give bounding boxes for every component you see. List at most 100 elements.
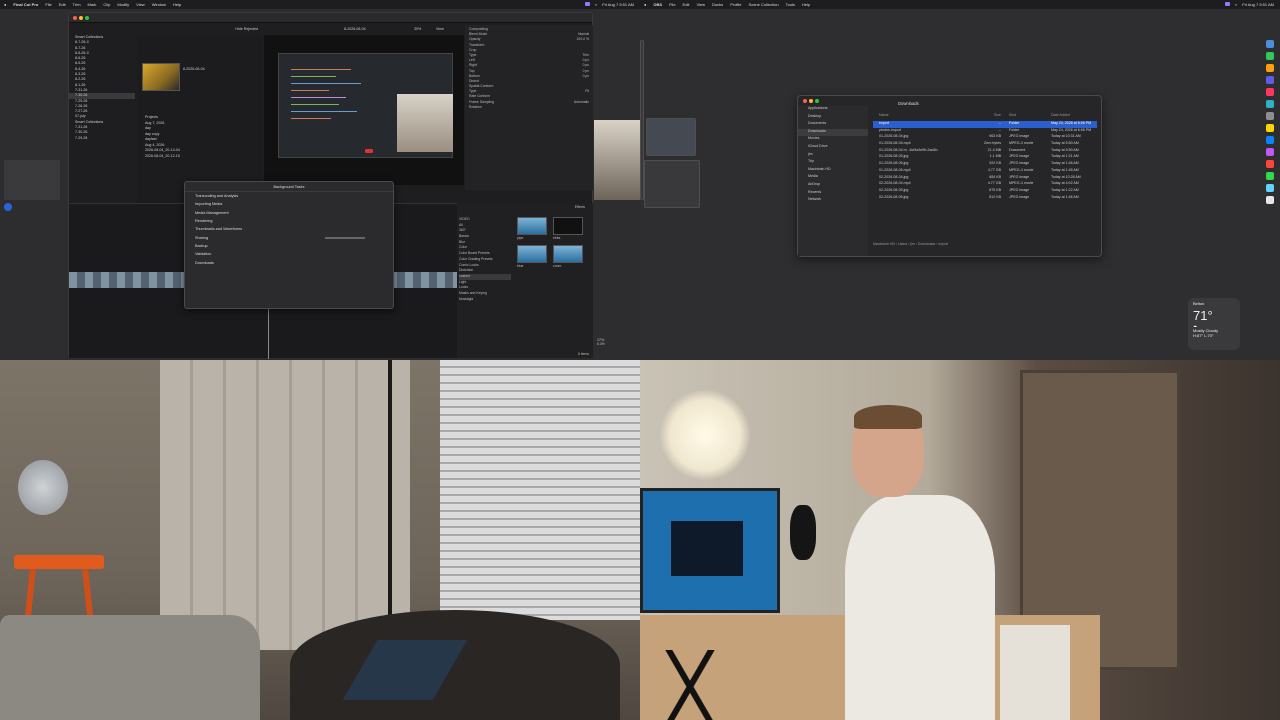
music-app-icon[interactable]	[1266, 88, 1274, 96]
finder-sidebar-item[interactable]: iCloud Drive	[798, 144, 868, 152]
column-header-name[interactable]: Name	[873, 113, 961, 119]
browser-item[interactable]: 2026-08-04_20-12-15	[137, 154, 262, 160]
menu-scene-collection[interactable]: Scene Collection	[749, 2, 779, 7]
task-row[interactable]: Thumbnails and Waveforms	[185, 225, 393, 233]
menu-file[interactable]: File	[45, 2, 51, 7]
apple-icon[interactable]: ●	[644, 2, 646, 7]
menu-docks[interactable]: Docks	[712, 2, 723, 7]
menu-view[interactable]: View	[136, 2, 145, 7]
menu-app-name[interactable]: OBS	[653, 2, 662, 7]
file-row[interactable]: 01-2026-08-04.mp4 Zero bytes MPEG-4 movie T…	[873, 141, 1097, 148]
finder-sidebar-item[interactable]: Documents	[798, 121, 868, 129]
fx-category[interactable]: Nostalgia	[459, 297, 511, 303]
task-row[interactable]: Validation	[185, 250, 393, 258]
menu-modify[interactable]: Modify	[117, 2, 129, 7]
finder-sidebar-item[interactable]: Applications	[798, 106, 868, 114]
fx-thumb[interactable]	[553, 217, 583, 235]
finder-sidebar-item[interactable]: Network	[798, 197, 868, 205]
window-thumbnail[interactable]	[646, 118, 696, 156]
settings-app-icon[interactable]	[1266, 112, 1274, 120]
finder-sidebar-item[interactable]: AirDrop	[798, 182, 868, 190]
fx-thumb[interactable]	[517, 245, 547, 263]
sidebar-item[interactable]: 7-29-26	[69, 136, 135, 141]
viewer-view-menu[interactable]: View	[436, 27, 444, 31]
menu-app-name[interactable]: Final Cut Pro	[13, 2, 38, 7]
menu-window[interactable]: Window	[152, 2, 166, 7]
column-header-kind[interactable]: Kind	[1006, 113, 1051, 119]
file-row[interactable]: photos-import -- Folder May 24, 2026 at 6:0…	[873, 128, 1097, 135]
menu-help[interactable]: Help	[802, 2, 810, 7]
obs-status-icon[interactable]	[1225, 2, 1230, 6]
window-thumbnail[interactable]	[644, 160, 700, 208]
menu-clock[interactable]: Fri Aug 7 5:51 AM	[602, 2, 634, 7]
notes-app-icon[interactable]	[1266, 124, 1274, 132]
wifi-icon[interactable]: ≈	[595, 2, 597, 7]
column-header-date[interactable]: Date Added	[1051, 113, 1097, 119]
task-row[interactable]: Rendering	[185, 217, 393, 225]
task-row[interactable]: Importing Media	[185, 200, 393, 208]
finder-sidebar-item[interactable]: Media	[798, 174, 868, 182]
menu-profile[interactable]: Profile	[730, 2, 741, 7]
file-row[interactable]: 01-2026-08-04.m...6cf4a3e9b-2ad4b 21.4 MB…	[873, 148, 1097, 155]
app-icon[interactable]	[1266, 100, 1274, 108]
app-icon[interactable]	[1266, 64, 1274, 72]
file-row[interactable]: 02-2026-08-06.jpg 812 KB JPEG image Today a…	[873, 195, 1097, 202]
desktop-widget[interactable]	[4, 160, 60, 200]
menu-clip[interactable]: Clip	[103, 2, 110, 7]
minimize-icon[interactable]	[79, 16, 83, 20]
task-row[interactable]: Transcoding and Analysis	[185, 192, 393, 200]
apple-icon[interactable]: ●	[4, 2, 6, 7]
finder-sidebar-item[interactable]: jlm	[798, 152, 868, 160]
menu-mark[interactable]: Mark	[88, 2, 97, 7]
minimize-icon[interactable]	[809, 99, 813, 103]
messages-app-icon[interactable]	[1266, 52, 1274, 60]
app-icon[interactable]	[1266, 160, 1274, 168]
file-row[interactable]: 01-2026-08-04.jpg 963 KB JPEG image Today a…	[873, 134, 1097, 141]
finder-sidebar-item[interactable]: Macintosh HD	[798, 167, 868, 175]
finder-sidebar-item[interactable]: Movies	[798, 136, 868, 144]
fx-thumb[interactable]	[517, 217, 547, 235]
finder-app-icon[interactable]	[1266, 40, 1274, 48]
trash-icon[interactable]	[1266, 196, 1274, 204]
finder-sidebar-item-selected[interactable]: Downloads	[798, 128, 868, 137]
obs-status-icon[interactable]	[585, 2, 590, 6]
menu-trim[interactable]: Trim	[73, 2, 81, 7]
menu-help[interactable]: Help	[173, 2, 181, 7]
menu-edit[interactable]: Edit	[59, 2, 66, 7]
finder-sidebar-item[interactable]: Recents	[798, 190, 868, 198]
app-icon[interactable]	[1266, 136, 1274, 144]
app-icon[interactable]	[1266, 172, 1274, 180]
app-icon[interactable]	[1266, 184, 1274, 192]
viewer[interactable]: 8-2026-08-04 30% View	[264, 27, 464, 185]
close-icon[interactable]	[73, 16, 77, 20]
zoom-icon[interactable]	[85, 16, 89, 20]
fx-thumb[interactable]	[553, 245, 583, 263]
finder-path-bar[interactable]: Macintosh HD › Users › jlm › Downloads ›…	[873, 242, 948, 246]
clip-thumbnail[interactable]	[142, 63, 180, 91]
task-row[interactable]: Backup	[185, 242, 393, 250]
zoom-icon[interactable]	[815, 99, 819, 103]
inspector-row[interactable]: Rotation	[469, 105, 589, 110]
menu-view[interactable]: View	[696, 2, 705, 7]
menu-edit[interactable]: Edit	[683, 2, 690, 7]
record-icon[interactable]	[365, 149, 373, 153]
task-row[interactable]: Media Management	[185, 209, 393, 217]
hide-rejected-filter[interactable]: Hide Rejected	[235, 27, 258, 31]
file-row[interactable]: 01-2026-08-05.jpg 1.1 MB JPEG image Today a…	[873, 154, 1097, 161]
menu-clock[interactable]: Fri Aug 7 5:51 AM	[1242, 2, 1274, 7]
app-icon[interactable]	[1266, 76, 1274, 84]
column-header-size[interactable]: Size	[961, 113, 1006, 119]
finder-sidebar-item[interactable]: Desktop	[798, 114, 868, 122]
close-icon[interactable]	[803, 99, 807, 103]
finder-sidebar-item[interactable]: Trip	[798, 159, 868, 167]
file-row[interactable]: 01-2026-08-06.mp4 4.77 GB MPEG-4 movie Toda…	[873, 168, 1097, 175]
file-row[interactable]: 02-2026-08-04.jpg 684 KB JPEG image Today a…	[873, 175, 1097, 182]
file-row[interactable]: 02-2026-08-05.jpg 875 KB JPEG image Today a…	[873, 188, 1097, 195]
task-row[interactable]: Downloads	[185, 258, 393, 266]
weather-widget[interactable]: Belton 71° ☁ Mostly Cloudy H:87° L:70°	[1188, 298, 1240, 350]
menu-tools[interactable]: Tools	[786, 2, 795, 7]
menu-file[interactable]: File	[669, 2, 675, 7]
file-row[interactable]: 02-2026-08-04.mp4 4.77 GB MPEG-4 movie Toda…	[873, 181, 1097, 188]
file-row[interactable]: 01-2026-08-06.jpg 922 KB JPEG image Today a…	[873, 161, 1097, 168]
playhead[interactable]	[268, 304, 269, 359]
